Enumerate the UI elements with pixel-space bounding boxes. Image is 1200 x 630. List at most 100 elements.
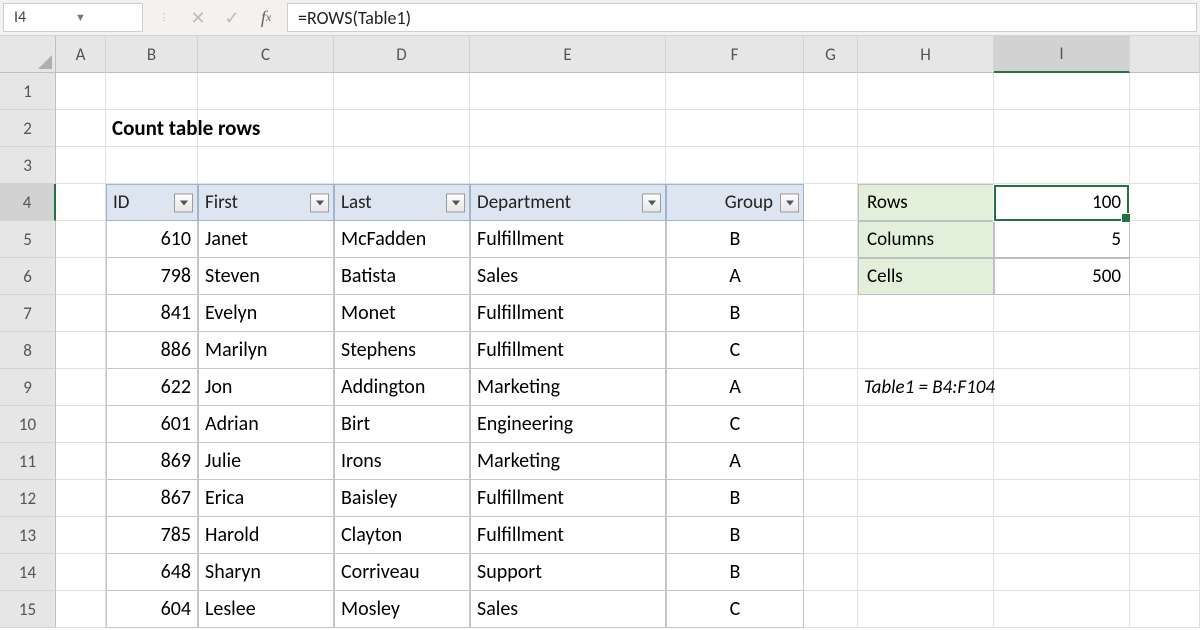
empty-cell[interactable] bbox=[1130, 332, 1200, 369]
empty-cell[interactable] bbox=[994, 591, 1130, 628]
row-header-8[interactable]: 8 bbox=[0, 332, 56, 369]
empty-cell[interactable] bbox=[106, 73, 198, 110]
row-header-6[interactable]: 6 bbox=[0, 258, 56, 295]
formula-input[interactable]: =ROWS(Table1) bbox=[287, 3, 1197, 32]
table-cell-id[interactable]: 601 bbox=[106, 406, 198, 443]
empty-cell[interactable] bbox=[994, 147, 1130, 184]
empty-cell[interactable] bbox=[858, 147, 994, 184]
table-cell-id[interactable]: 604 bbox=[106, 591, 198, 628]
table-cell-group[interactable]: C bbox=[666, 332, 804, 369]
table-cell-last[interactable]: Batista bbox=[334, 258, 470, 295]
table-cell-first[interactable]: Janet bbox=[198, 221, 334, 258]
table-cell-id[interactable]: 798 bbox=[106, 258, 198, 295]
empty-cell[interactable] bbox=[56, 554, 106, 591]
empty-cell[interactable] bbox=[804, 480, 858, 517]
empty-cell[interactable] bbox=[56, 591, 106, 628]
empty-cell[interactable] bbox=[804, 221, 858, 258]
empty-cell[interactable] bbox=[1130, 554, 1200, 591]
empty-cell[interactable] bbox=[858, 517, 994, 554]
empty-cell[interactable] bbox=[994, 443, 1130, 480]
table-cell-last[interactable]: McFadden bbox=[334, 221, 470, 258]
empty-cell[interactable] bbox=[56, 517, 106, 554]
table-cell-last[interactable]: Clayton bbox=[334, 517, 470, 554]
empty-cell[interactable] bbox=[56, 480, 106, 517]
empty-cell[interactable] bbox=[994, 406, 1130, 443]
table-cell-group[interactable]: C bbox=[666, 591, 804, 628]
empty-cell[interactable] bbox=[804, 591, 858, 628]
table-cell-id[interactable]: 648 bbox=[106, 554, 198, 591]
empty-cell[interactable] bbox=[56, 258, 106, 295]
empty-cell[interactable] bbox=[56, 406, 106, 443]
table-cell-dept[interactable]: Marketing bbox=[470, 369, 666, 406]
empty-cell[interactable] bbox=[804, 554, 858, 591]
table-cell-first[interactable]: Harold bbox=[198, 517, 334, 554]
table-cell-dept[interactable]: Engineering bbox=[470, 406, 666, 443]
row-header-1[interactable]: 1 bbox=[0, 73, 56, 110]
table-cell-group[interactable]: A bbox=[666, 443, 804, 480]
empty-cell[interactable] bbox=[470, 147, 666, 184]
table-cell-id[interactable]: 622 bbox=[106, 369, 198, 406]
table-cell-group[interactable]: C bbox=[666, 406, 804, 443]
empty-cell[interactable] bbox=[106, 147, 198, 184]
empty-cell[interactable] bbox=[858, 73, 994, 110]
empty-cell[interactable] bbox=[1130, 591, 1200, 628]
empty-cell[interactable] bbox=[858, 406, 994, 443]
table-cell-first[interactable]: Jon bbox=[198, 369, 334, 406]
empty-cell[interactable] bbox=[994, 295, 1130, 332]
table-cell-id[interactable]: 867 bbox=[106, 480, 198, 517]
empty-cell[interactable] bbox=[858, 480, 994, 517]
empty-cell[interactable] bbox=[1130, 110, 1200, 147]
empty-cell[interactable] bbox=[858, 295, 994, 332]
empty-cell[interactable] bbox=[56, 443, 106, 480]
empty-cell[interactable] bbox=[858, 591, 994, 628]
empty-cell[interactable] bbox=[56, 332, 106, 369]
table-cell-group[interactable]: B bbox=[666, 517, 804, 554]
empty-cell[interactable] bbox=[56, 221, 106, 258]
empty-cell[interactable] bbox=[56, 110, 106, 147]
empty-cell[interactable] bbox=[804, 443, 858, 480]
empty-cell[interactable] bbox=[334, 110, 470, 147]
empty-cell[interactable] bbox=[56, 147, 106, 184]
table-cell-last[interactable]: Corriveau bbox=[334, 554, 470, 591]
empty-cell[interactable] bbox=[1130, 73, 1200, 110]
table-cell-first[interactable]: Erica bbox=[198, 480, 334, 517]
empty-cell[interactable] bbox=[1130, 406, 1200, 443]
th-id[interactable]: ID bbox=[106, 184, 198, 221]
empty-cell[interactable] bbox=[994, 110, 1130, 147]
table-cell-last[interactable]: Mosley bbox=[334, 591, 470, 628]
filter-dropdown-icon[interactable] bbox=[780, 193, 799, 212]
row-header-11[interactable]: 11 bbox=[0, 443, 56, 480]
empty-cell[interactable] bbox=[804, 517, 858, 554]
col-header-A[interactable]: A bbox=[56, 36, 106, 73]
empty-cell[interactable] bbox=[994, 554, 1130, 591]
row-header-7[interactable]: 7 bbox=[0, 295, 56, 332]
table-cell-first[interactable]: Marilyn bbox=[198, 332, 334, 369]
th-department[interactable]: Department bbox=[470, 184, 666, 221]
table-cell-first[interactable]: Leslee bbox=[198, 591, 334, 628]
row-header-10[interactable]: 10 bbox=[0, 406, 56, 443]
empty-cell[interactable] bbox=[470, 73, 666, 110]
filter-dropdown-icon[interactable] bbox=[310, 193, 329, 212]
empty-cell[interactable] bbox=[804, 110, 858, 147]
table-cell-id[interactable]: 869 bbox=[106, 443, 198, 480]
empty-cell[interactable] bbox=[858, 554, 994, 591]
row-header-9[interactable]: 9 bbox=[0, 369, 56, 406]
empty-cell[interactable] bbox=[994, 73, 1130, 110]
table-cell-dept[interactable]: Fulfillment bbox=[470, 480, 666, 517]
empty-cell[interactable] bbox=[1130, 221, 1200, 258]
table-cell-last[interactable]: Baisley bbox=[334, 480, 470, 517]
empty-cell[interactable] bbox=[56, 73, 106, 110]
table-cell-id[interactable]: 841 bbox=[106, 295, 198, 332]
empty-cell[interactable] bbox=[1130, 517, 1200, 554]
filter-dropdown-icon[interactable] bbox=[642, 193, 661, 212]
empty-cell[interactable] bbox=[1130, 258, 1200, 295]
table-cell-first[interactable]: Evelyn bbox=[198, 295, 334, 332]
table-cell-last[interactable]: Addington bbox=[334, 369, 470, 406]
empty-cell[interactable] bbox=[198, 147, 334, 184]
table-cell-id[interactable]: 886 bbox=[106, 332, 198, 369]
empty-cell[interactable] bbox=[1130, 443, 1200, 480]
empty-cell[interactable] bbox=[666, 73, 804, 110]
accept-formula-icon[interactable]: ✓ bbox=[215, 7, 249, 29]
empty-cell[interactable] bbox=[198, 73, 334, 110]
col-header-I[interactable]: I bbox=[994, 36, 1130, 73]
